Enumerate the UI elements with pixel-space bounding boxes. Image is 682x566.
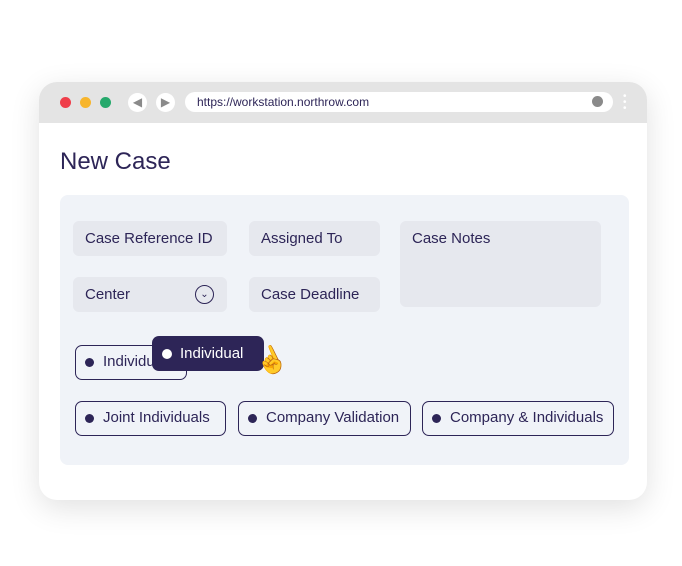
case-type-company-validation[interactable]: Company Validation: [238, 401, 411, 436]
more-icon[interactable]: • • •: [623, 92, 627, 114]
center-select[interactable]: Center ⌄: [73, 277, 227, 312]
url-text: https://workstation.northrow.com: [197, 95, 370, 109]
case-deadline-field[interactable]: Case Deadline: [249, 277, 380, 312]
page-title: New Case: [60, 148, 171, 175]
search-icon[interactable]: [592, 96, 603, 107]
case-type-joint-individuals[interactable]: Joint Individuals: [75, 401, 226, 436]
minimize-button[interactable]: [80, 97, 91, 108]
dragging-chip-individual[interactable]: Individual: [152, 336, 264, 371]
chevron-down-icon: ⌄: [195, 285, 214, 304]
case-reference-field[interactable]: Case Reference ID: [73, 221, 227, 256]
address-bar[interactable]: https://workstation.northrow.com: [185, 92, 613, 112]
maximize-button[interactable]: [100, 97, 111, 108]
close-button[interactable]: [60, 97, 71, 108]
back-icon[interactable]: ◀: [128, 93, 147, 112]
assigned-to-field[interactable]: Assigned To: [249, 221, 380, 256]
center-label: Center: [85, 286, 131, 303]
forward-icon[interactable]: ▶: [156, 93, 175, 112]
case-notes-field[interactable]: Case Notes: [400, 221, 601, 307]
browser-toolbar: ◀ ▶ https://workstation.northrow.com • • •: [39, 82, 647, 123]
case-type-company-individuals[interactable]: Company & Individuals: [422, 401, 614, 436]
case-form: Case Reference ID Assigned To Case Notes…: [60, 195, 629, 465]
browser-window: ◀ ▶ https://workstation.northrow.com • • •…: [39, 82, 647, 500]
